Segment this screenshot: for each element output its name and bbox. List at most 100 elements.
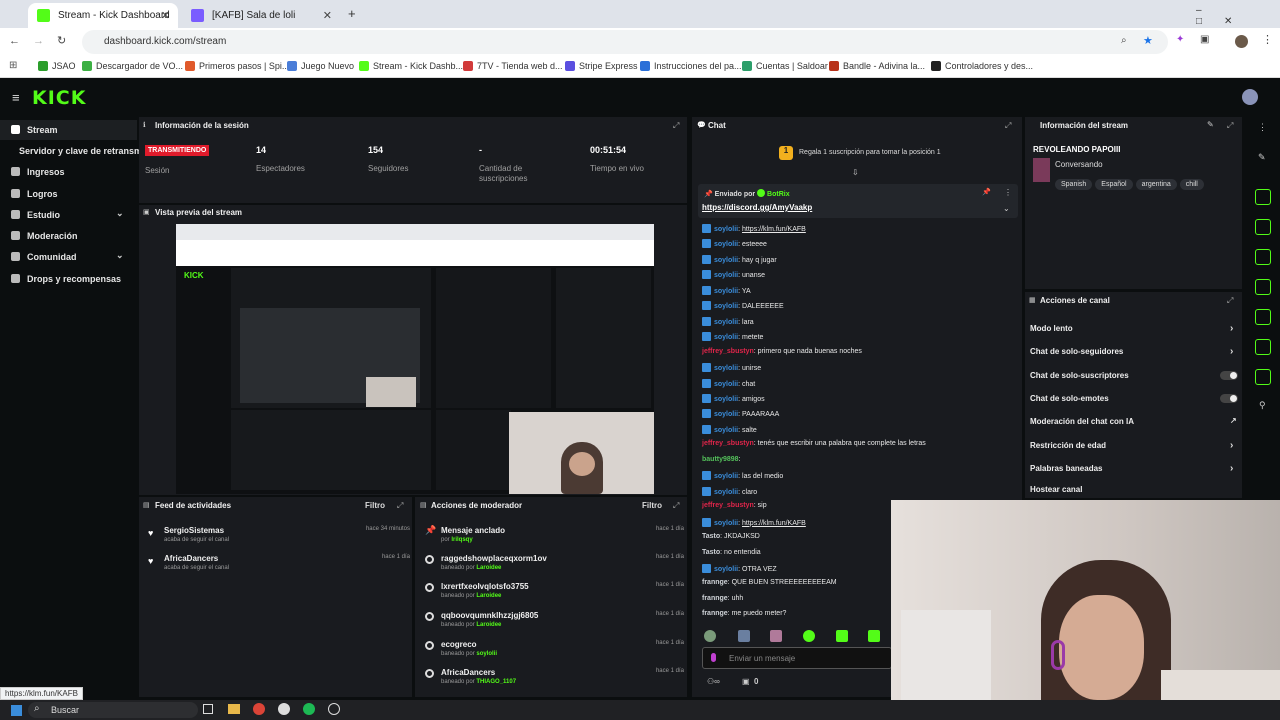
bookmark-controladores[interactable]: Controladores y des... [931,61,1033,71]
rail-note-icon[interactable] [1255,249,1271,265]
chrome-icon[interactable] [253,703,265,715]
kick-logo[interactable]: KICK [32,87,86,109]
expand-icon[interactable]: ⤢ [1227,121,1233,131]
pinned-link[interactable]: https://discord.gg/AmyVaakp [702,203,812,212]
mod-filter-button[interactable]: Filtro [642,501,662,510]
emote-icon[interactable] [738,630,750,642]
chat-username[interactable]: frannge [702,595,728,602]
chat-footer-users-icon[interactable]: ⚇∞ [707,677,720,686]
user-avatar[interactable] [1242,89,1258,105]
extensions-puzzle-icon[interactable]: ▣ [1200,34,1209,45]
chevron-down-icon[interactable]: ⌄ [116,250,124,261]
sidebar-item-comunidad[interactable]: Comunidad ⌄ [0,247,137,267]
taskbar-search[interactable]: ⌕ Buscar [28,702,198,718]
expand-icon[interactable]: ⤢ [673,501,679,511]
sidebar-item-logros[interactable]: Logros [0,184,137,204]
app-icon[interactable] [328,703,340,715]
bookmark-7tv[interactable]: 7TV - Tienda web d... [463,61,563,71]
bookmark-stream-kick[interactable]: Stream - Kick Dashb... [359,61,463,71]
subscribers-only-toggle[interactable] [1220,371,1238,380]
pinned-menu-icon[interactable]: ⋮ [1004,188,1012,197]
obs-icon[interactable] [278,703,290,715]
chat-username[interactable]: soylolii [714,365,738,372]
chat-username[interactable]: bautty9898 [702,456,739,463]
profile-avatar[interactable] [1235,35,1248,48]
bookmark-jsao[interactable]: JSAO [38,61,76,71]
scroll-down-icon[interactable]: ⇩ [852,168,859,177]
chat-username[interactable]: soylolii [714,303,738,310]
action-age-restriction[interactable]: Restricción de edad › [1030,440,1240,457]
action-emotes-only[interactable]: Chat de solo-emotes [1030,394,1240,410]
chat-username[interactable]: soylolii [714,396,738,403]
rail-chat-icon[interactable] [1255,279,1271,295]
action-banned-words[interactable]: Palabras baneadas › [1030,463,1240,480]
chat-username[interactable]: soylolii [714,566,738,573]
action-followers-only[interactable]: Chat de solo-seguidores › [1030,346,1240,363]
emote-icon[interactable] [704,630,716,642]
chat-username[interactable]: jeffrey_sbustyn [702,502,754,509]
emote-icon[interactable] [836,630,848,642]
chat-username[interactable]: soylolii [714,473,738,480]
task-view-icon[interactable] [203,704,213,714]
emotes-only-toggle[interactable] [1220,394,1238,403]
emote-icon[interactable] [803,630,815,642]
chat-username[interactable]: soylolii [714,319,738,326]
chat-username[interactable]: soylolii [714,489,738,496]
edit-icon[interactable]: ✎ [1207,120,1214,129]
sidebar-item-drops[interactable]: Drops y recompensas [0,269,137,289]
tab-kafb[interactable]: [KAFB] Sala de loli ✕ [182,3,340,28]
stream-preview-video[interactable]: KICK [176,224,654,494]
extension-icon[interactable]: ✦ [1176,34,1184,45]
zoom-icon[interactable]: ⌕ [1121,35,1127,46]
chevron-down-icon[interactable]: ⌄ [116,208,124,219]
apps-grid-icon[interactable]: ⊞ [9,60,17,71]
address-bar[interactable]: dashboard.kick.com/stream [82,30,1168,54]
chat-username[interactable]: jeffrey_sbustyn [702,440,754,447]
rail-menu-icon[interactable]: ⋮ [1258,122,1267,133]
new-tab-icon[interactable]: + [348,6,356,21]
chat-username[interactable]: soylolii [714,411,738,418]
chat-username[interactable]: Tasto [702,549,720,556]
unpin-icon[interactable]: 📌 [982,188,991,196]
gift-sub-promo[interactable]: Regala 1 suscripción para tomar la posic… [799,149,941,156]
windows-start-icon[interactable] [11,705,22,716]
reload-icon[interactable]: ↻ [57,34,66,47]
chat-username[interactable]: soylolii [714,334,738,341]
close-tab-icon[interactable]: ✕ [323,9,332,22]
expand-icon[interactable]: ⤢ [1005,121,1011,131]
rail-panel-icon[interactable] [1255,339,1271,355]
back-icon[interactable]: ← [9,35,20,47]
emote-icon[interactable] [868,630,880,642]
bookmark-bandle[interactable]: Bandle - Adivina la... [829,61,925,71]
window-controls[interactable]: –□✕ [1196,5,1280,27]
expand-icon[interactable]: ⤢ [397,501,403,511]
chat-input[interactable]: Enviar un mensaje [702,647,892,669]
feed-filter-button[interactable]: Filtro [365,501,385,510]
close-tab-icon[interactable]: ✕ [161,9,170,22]
hamburger-menu-icon[interactable]: ≡ [12,90,20,105]
chat-footer-gift-icon[interactable]: ▣ [742,677,750,686]
emote-icon[interactable] [770,630,782,642]
chat-username[interactable]: soylolii [714,288,738,295]
bookmark-star-icon[interactable]: ★ [1143,34,1153,47]
chat-link[interactable]: https://klm.fun/KAFB [742,520,806,527]
chat-username[interactable]: soylolii [714,241,738,248]
rail-camera-icon[interactable] [1255,189,1271,205]
rail-share-icon[interactable]: ⚲ [1259,400,1266,411]
chat-link[interactable]: https://klm.fun/KAFB [742,226,806,233]
bookmark-primeros-pasos[interactable]: Primeros pasos | Spi... [185,61,289,71]
bookmark-stripe[interactable]: Stripe Express [565,61,638,71]
rail-infinity-icon[interactable] [1255,309,1271,325]
action-host-channel[interactable]: Hostear canal [1030,485,1240,501]
action-subscribers-only[interactable]: Chat de solo-suscriptores [1030,371,1240,387]
microphone-icon[interactable] [711,653,716,662]
expand-icon[interactable]: ⤢ [1227,296,1233,306]
bookmark-juego-nuevo[interactable]: Juego Nuevo [287,61,354,71]
bookmark-cuentas[interactable]: Cuentas | Saldoar [742,61,828,71]
sidebar-item-stream[interactable]: Stream [0,120,137,140]
action-slow-mode[interactable]: Modo lento › [1030,323,1240,340]
spotify-icon[interactable] [303,703,315,715]
expand-icon[interactable]: ⤢ [673,121,679,131]
sidebar-item-estudio[interactable]: Estudio ⌄ [0,205,137,225]
bookmark-descargador[interactable]: Descargador de VO... [82,61,183,71]
